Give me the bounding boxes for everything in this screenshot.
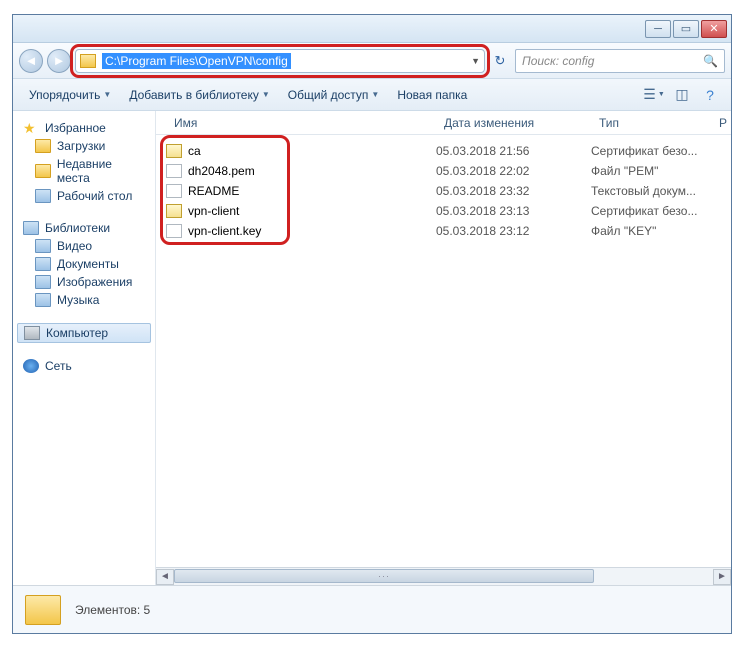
music-icon [35, 293, 51, 307]
col-type[interactable]: Тип [591, 116, 711, 130]
new-folder-button[interactable]: Новая папка [391, 84, 473, 106]
video-icon [35, 239, 51, 253]
status-elements: Элементов: 5 [75, 603, 150, 617]
documents-icon [35, 257, 51, 271]
refresh-button[interactable]: ↻ [489, 49, 511, 73]
file-row[interactable]: vpn-client.key 05.03.2018 23:12Файл "KEY… [166, 221, 721, 241]
file-row[interactable]: README 05.03.2018 23:32Текстовый докум..… [166, 181, 721, 201]
col-name[interactable]: Имя [166, 116, 436, 130]
file-icon [166, 164, 182, 178]
close-button[interactable]: ✕ [701, 20, 727, 38]
star-icon: ★ [23, 121, 39, 135]
search-input[interactable]: Поиск: config 🔍 [515, 49, 725, 73]
certificate-icon [166, 144, 182, 158]
sidebar-libraries[interactable]: Библиотеки [17, 219, 151, 237]
scroll-thumb[interactable]: ··· [174, 569, 594, 583]
sidebar-documents[interactable]: Документы [17, 255, 151, 273]
sidebar-video[interactable]: Видео [17, 237, 151, 255]
forward-button[interactable]: ► [47, 49, 71, 73]
sidebar-music[interactable]: Музыка [17, 291, 151, 309]
folder-icon [25, 595, 61, 625]
network-icon [23, 359, 39, 373]
address-path: C:\Program Files\OpenVPN\config [102, 53, 291, 69]
recent-icon [35, 164, 51, 178]
address-dropdown-icon[interactable]: ▼ [471, 56, 480, 66]
sidebar-recent[interactable]: Недавние места [17, 155, 151, 187]
scroll-right-icon[interactable]: ► [713, 569, 731, 585]
file-row[interactable]: dh2048.pem 05.03.2018 22:02Файл "PEM" [166, 161, 721, 181]
file-row[interactable]: vpn-client 05.03.2018 23:13Сертификат бе… [166, 201, 721, 221]
sidebar-pictures[interactable]: Изображения [17, 273, 151, 291]
sidebar-network[interactable]: Сеть [17, 357, 151, 375]
col-date[interactable]: Дата изменения [436, 116, 591, 130]
view-options-button[interactable]: ☰▼ [643, 84, 665, 106]
horizontal-scrollbar[interactable]: ◄ ··· ► [156, 567, 731, 585]
address-bar[interactable]: C:\Program Files\OpenVPN\config ▼ [75, 49, 485, 73]
help-button[interactable]: ? [699, 84, 721, 106]
main-area: ★Избранное Загрузки Недавние места Рабоч… [13, 111, 731, 585]
share-menu[interactable]: Общий доступ▼ [282, 84, 386, 106]
certificate-icon [166, 204, 182, 218]
sidebar-computer[interactable]: Компьютер [17, 323, 151, 343]
content-pane: Имя Дата изменения Тип Р ca 05.03.2018 2… [156, 111, 731, 585]
search-placeholder: Поиск: config [522, 54, 594, 68]
explorer-window: ─ ▭ ✕ ◄ ► C:\Program Files\OpenVPN\confi… [12, 14, 732, 634]
sidebar-downloads[interactable]: Загрузки [17, 137, 151, 155]
file-row[interactable]: ca 05.03.2018 21:56Сертификат безо... [166, 141, 721, 161]
sidebar: ★Избранное Загрузки Недавние места Рабоч… [13, 111, 156, 585]
search-icon: 🔍 [703, 54, 718, 68]
sidebar-favorites[interactable]: ★Избранное [17, 119, 151, 137]
computer-icon [24, 326, 40, 340]
toolbar: Упорядочить▼ Добавить в библиотеку▼ Общи… [13, 79, 731, 111]
scroll-left-icon[interactable]: ◄ [156, 569, 174, 585]
folder-icon [80, 54, 96, 68]
folder-icon [35, 139, 51, 153]
file-list[interactable]: ca 05.03.2018 21:56Сертификат безо... dh… [156, 135, 731, 567]
minimize-button[interactable]: ─ [645, 20, 671, 38]
nav-bar: ◄ ► C:\Program Files\OpenVPN\config ▼ ↻ … [13, 43, 731, 79]
add-to-library-menu[interactable]: Добавить в библиотеку▼ [123, 84, 275, 106]
sidebar-desktop[interactable]: Рабочий стол [17, 187, 151, 205]
organize-menu[interactable]: Упорядочить▼ [23, 84, 117, 106]
status-bar: Элементов: 5 [13, 585, 731, 633]
scroll-track[interactable]: ··· [174, 569, 713, 585]
pictures-icon [35, 275, 51, 289]
col-r[interactable]: Р [711, 116, 731, 130]
desktop-icon [35, 189, 51, 203]
column-headers: Имя Дата изменения Тип Р [156, 111, 731, 135]
back-button[interactable]: ◄ [19, 49, 43, 73]
titlebar: ─ ▭ ✕ [13, 15, 731, 43]
file-icon [166, 224, 182, 238]
text-file-icon [166, 184, 182, 198]
libraries-icon [23, 221, 39, 235]
maximize-button[interactable]: ▭ [673, 20, 699, 38]
preview-pane-button[interactable]: ◫ [671, 84, 693, 106]
